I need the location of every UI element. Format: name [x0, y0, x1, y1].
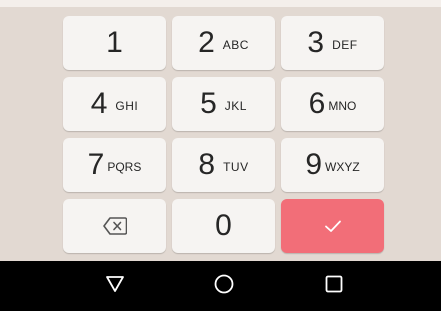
backspace-icon	[102, 217, 127, 235]
backspace-button[interactable]	[63, 199, 166, 253]
numeric-keypad: 1 2 ABC 3 DEF 4 GHI 5 JKL 6 MNO 7 PQRS 8…	[0, 7, 441, 261]
back-triangle-icon	[105, 275, 125, 298]
back-button[interactable]	[103, 274, 127, 298]
system-navigation-bar	[0, 261, 441, 311]
key-7[interactable]: 7 PQRS	[63, 138, 166, 192]
recents-square-icon	[324, 274, 344, 299]
key-letters: WXYZ	[325, 160, 360, 174]
key-digit: 0	[215, 209, 232, 242]
key-letters: TUV	[223, 160, 249, 174]
top-edge-bar	[0, 0, 441, 7]
key-digit: 3	[307, 26, 325, 59]
key-letters: MNO	[328, 99, 357, 113]
recents-button[interactable]	[322, 274, 346, 298]
key-letters: JKL	[224, 99, 247, 113]
key-digit: 8	[198, 148, 216, 181]
key-3[interactable]: 3 DEF	[281, 16, 384, 70]
key-letters: DEF	[332, 38, 358, 52]
key-digit: 1	[106, 26, 123, 59]
home-button[interactable]	[212, 274, 236, 298]
key-4[interactable]: 4 GHI	[63, 77, 166, 131]
key-0[interactable]: 0	[172, 199, 275, 253]
key-2[interactable]: 2 ABC	[172, 16, 275, 70]
key-letters: PQRS	[107, 160, 142, 174]
key-digit: 2	[198, 26, 215, 59]
key-5[interactable]: 5 JKL	[172, 77, 275, 131]
key-digit: 7	[87, 148, 105, 181]
home-circle-icon	[213, 273, 235, 300]
key-digit: 5	[200, 87, 217, 120]
key-6[interactable]: 6 MNO	[281, 77, 384, 131]
key-letters: ABC	[222, 38, 249, 52]
key-1[interactable]: 1	[63, 16, 166, 70]
key-digit: 6	[308, 87, 326, 120]
key-9[interactable]: 9 WXYZ	[281, 138, 384, 192]
checkmark-icon	[323, 218, 343, 234]
key-digit: 4	[90, 87, 108, 120]
key-letters: GHI	[115, 99, 139, 113]
confirm-button[interactable]	[281, 199, 384, 253]
key-8[interactable]: 8 TUV	[172, 138, 275, 192]
key-digit: 9	[305, 148, 322, 181]
